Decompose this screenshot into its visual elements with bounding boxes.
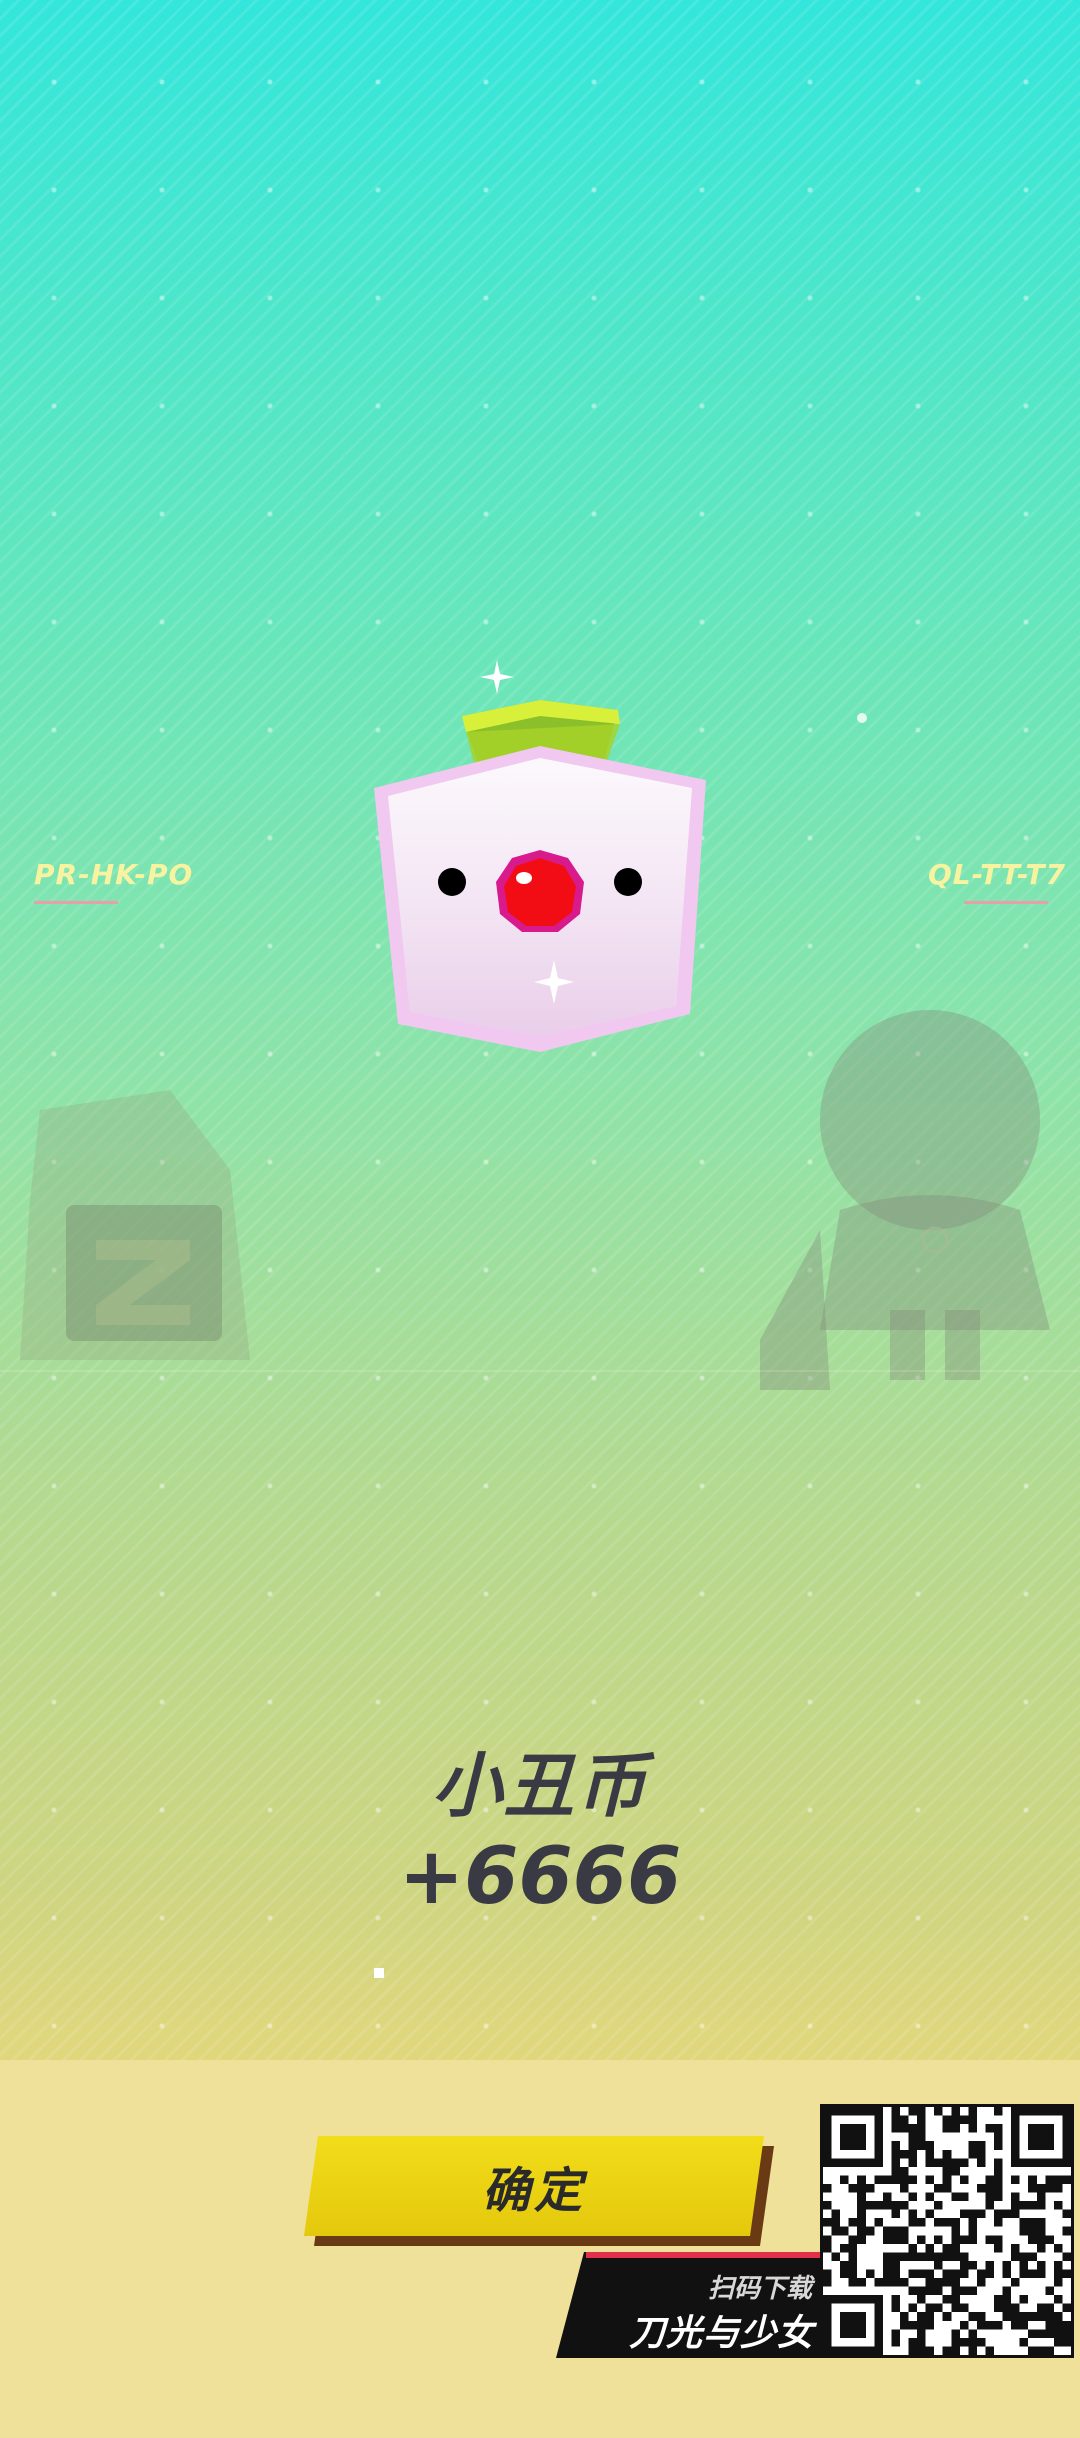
side-code-left: PR-HK-PO (34, 858, 193, 904)
reward-amount: +6666 (398, 1832, 682, 1922)
confirm-button[interactable]: 确定 (304, 2136, 778, 2246)
qr-code-pattern (823, 2107, 1071, 2355)
side-code-left-text: PR-HK-PO (34, 858, 194, 891)
background-machine-silhouette (20, 1090, 250, 1360)
game-title-logo: 刀光与少女 (628, 2313, 814, 2354)
side-code-right-underline (964, 901, 1048, 904)
clown-coin-icon (374, 700, 706, 1052)
scan-to-download-label: 扫码下载 (707, 2274, 812, 2304)
side-code-right-text: QL-TT-T7 (928, 858, 1066, 891)
side-code-right: QL-TT-T7 (928, 858, 1066, 904)
download-badge-accent (586, 2252, 826, 2258)
qr-code-icon (820, 2104, 1074, 2358)
background-character-silhouette (760, 1010, 1050, 1390)
download-badge: 扫码下载 刀光与少女 (556, 2252, 826, 2358)
page-indicator-dot (374, 1968, 384, 1978)
confirm-button-label: 确定 (481, 2163, 586, 2219)
side-code-left-underline (34, 901, 118, 904)
reward-name: 小丑币 (432, 1745, 648, 1827)
ground-line (0, 1370, 1080, 1372)
reward-screen: PR-HK-PO QL-TT-T7 小丑币 +6666 确定 扫码下载 刀光与少… (0, 0, 1080, 2438)
sparkle-small-icon (857, 713, 867, 723)
confirm-button-face: 确定 (304, 2136, 764, 2236)
